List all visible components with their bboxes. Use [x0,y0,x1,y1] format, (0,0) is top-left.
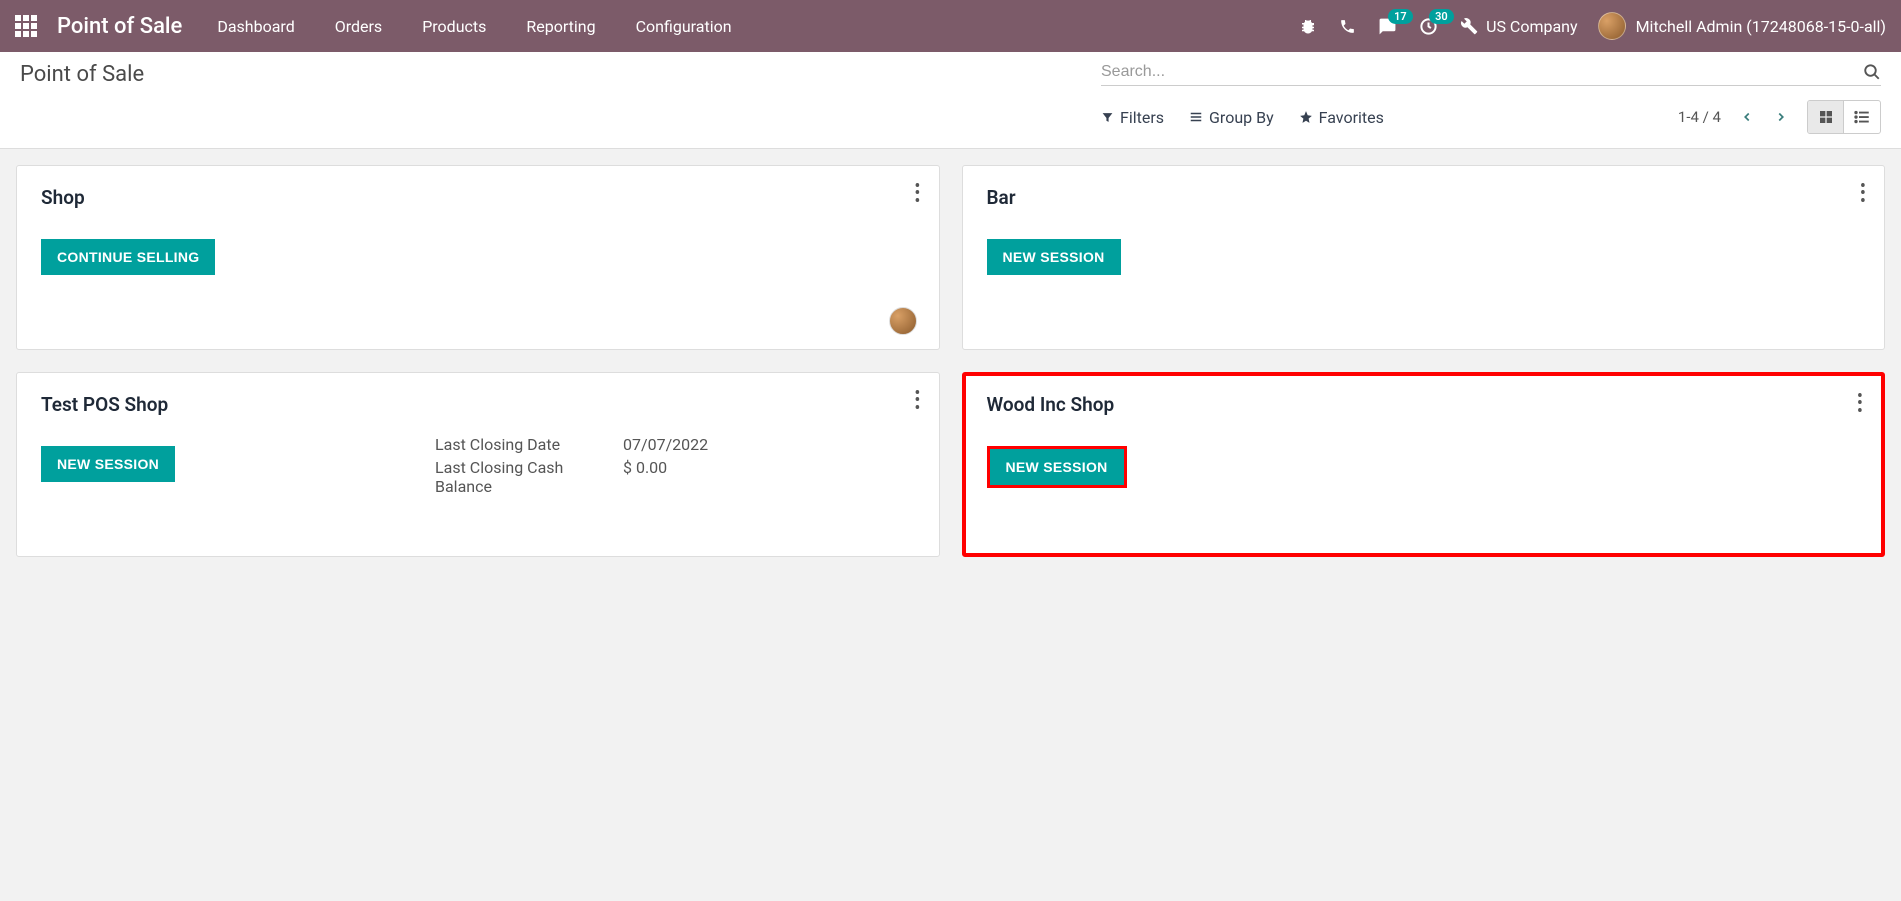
phone-icon[interactable] [1339,18,1356,35]
nav-products[interactable]: Products [422,17,486,36]
card-menu-icon[interactable]: ••• [914,389,920,413]
card-title: Wood Inc Shop [987,393,1861,416]
search-bar [1101,63,1881,86]
search-input[interactable] [1101,63,1863,81]
page-title: Point of Sale [20,62,144,87]
list-view-button[interactable] [1844,101,1880,133]
card-menu-icon[interactable]: ••• [1860,182,1866,206]
view-switcher [1807,100,1881,134]
kanban-grid: Shop ••• CONTINUE SELLING Bar ••• NEW SE… [0,149,1901,573]
continue-selling-button[interactable]: CONTINUE SELLING [41,239,215,275]
cash-balance-value: $ 0.00 [623,458,667,496]
nav-dashboard[interactable]: Dashboard [217,17,294,36]
tools-icon[interactable] [1460,17,1478,35]
filter-row: Filters Group By Favorites 1-4 / 4 [0,92,1901,149]
pager-text: 1-4 / 4 [1678,108,1721,126]
debug-icon[interactable] [1299,17,1317,35]
new-session-button[interactable]: NEW SESSION [41,446,175,482]
pager-prev-icon[interactable] [1736,106,1758,128]
user-name: Mitchell Admin (17248068-15-0-all) [1636,17,1886,36]
filters-label: Filters [1120,108,1164,127]
card-menu-icon[interactable]: ••• [1857,392,1863,416]
messages-badge: 17 [1388,9,1413,24]
assignee-avatar-icon[interactable] [889,307,917,335]
nav-orders[interactable]: Orders [335,17,382,36]
header-row: Point of Sale [0,52,1901,92]
nav-icons: 17 30 [1299,17,1478,36]
pos-card-bar[interactable]: Bar ••• NEW SESSION [962,165,1886,350]
card-details: Last Closing Date 07/07/2022 Last Closin… [435,435,708,500]
card-title: Shop [41,186,915,209]
activities-icon[interactable]: 30 [1419,17,1438,36]
favorites-button[interactable]: Favorites [1299,108,1384,127]
pos-card-shop[interactable]: Shop ••• CONTINUE SELLING [16,165,940,350]
pager-area: 1-4 / 4 [1678,100,1881,134]
new-session-button[interactable]: NEW SESSION [990,449,1124,485]
brand-title[interactable]: Point of Sale [57,14,182,39]
closing-date-label: Last Closing Date [435,435,623,454]
nav-configuration[interactable]: Configuration [636,17,732,36]
user-menu[interactable]: Mitchell Admin (17248068-15-0-all) [1598,12,1886,40]
messages-icon[interactable]: 17 [1378,17,1397,36]
pager-next-icon[interactable] [1770,106,1792,128]
favorites-label: Favorites [1319,108,1384,127]
nav-reporting[interactable]: Reporting [526,17,595,36]
kanban-view-button[interactable] [1808,101,1844,133]
cash-balance-label: Last Closing Cash Balance [435,458,623,496]
filter-group: Filters Group By Favorites [1101,108,1384,127]
card-title: Bar [987,186,1861,209]
card-menu-icon[interactable]: ••• [914,182,920,206]
filters-button[interactable]: Filters [1101,108,1164,127]
pos-card-test[interactable]: Test POS Shop ••• NEW SESSION Last Closi… [16,372,940,557]
pos-card-wood-inc[interactable]: Wood Inc Shop ••• NEW SESSION [962,372,1886,557]
closing-date-value: 07/07/2022 [623,435,708,454]
user-avatar-icon [1598,12,1626,40]
highlight-box: NEW SESSION [987,446,1127,488]
groupby-button[interactable]: Group By [1189,108,1274,127]
card-title: Test POS Shop [41,393,915,416]
activities-badge: 30 [1429,9,1454,24]
nav-menu: Dashboard Orders Products Reporting Conf… [217,17,731,36]
new-session-button[interactable]: NEW SESSION [987,239,1121,275]
company-selector[interactable]: US Company [1486,17,1578,36]
top-navbar: Point of Sale Dashboard Orders Products … [0,0,1901,52]
groupby-label: Group By [1209,108,1274,127]
search-icon[interactable] [1863,63,1881,81]
apps-icon[interactable] [15,15,37,37]
